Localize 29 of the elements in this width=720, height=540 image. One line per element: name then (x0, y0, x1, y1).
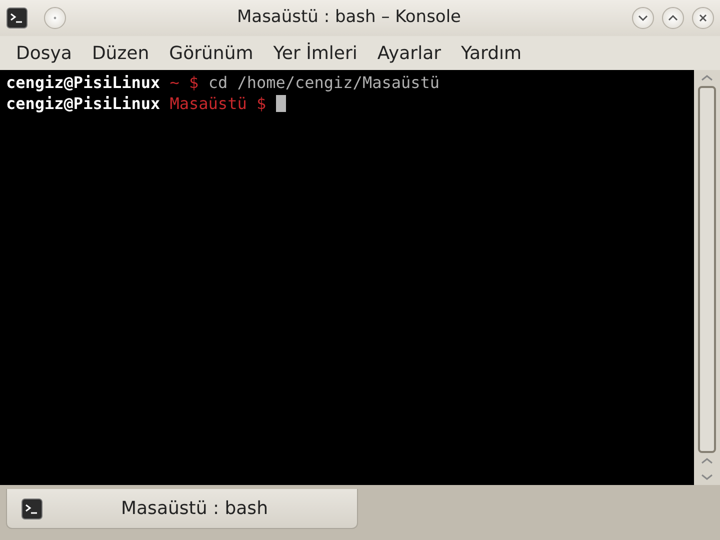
close-icon (698, 13, 708, 23)
menu-item[interactable]: Yardım (453, 40, 530, 66)
terminal-icon (21, 498, 43, 520)
pin-button[interactable] (44, 7, 66, 29)
chevron-up-icon (668, 14, 678, 22)
scroll-down-icon[interactable] (701, 473, 713, 481)
scrollbar-thumb[interactable] (698, 86, 716, 453)
menu-item[interactable]: Yer İmleri (265, 40, 366, 66)
minimize-button[interactable] (632, 7, 654, 29)
dot-icon (53, 16, 57, 20)
menu-item[interactable]: Görünüm (161, 40, 262, 66)
session-tab[interactable]: Masaüstü : bash (6, 489, 358, 529)
maximize-button[interactable] (662, 7, 684, 29)
scroll-up-icon[interactable] (701, 457, 713, 465)
menu-item[interactable]: Ayarlar (369, 40, 449, 66)
chevron-down-icon (638, 14, 648, 22)
menu-item[interactable]: Dosya (8, 40, 80, 66)
command-text: cd /home/cengiz/Masaüstü (208, 73, 440, 92)
tab-label: Masaüstü : bash (121, 497, 268, 521)
scroll-up-icon[interactable] (701, 74, 713, 82)
terminal-icon[interactable] (6, 7, 28, 29)
close-button[interactable] (692, 7, 714, 29)
terminal-screen[interactable]: cengiz@PisiLinux ~ $ cd /home/cengiz/Masaüstü cengiz@PisiLinux Masaüstü $ (0, 70, 694, 485)
prompt-user: cengiz@PisiLinux (6, 73, 160, 92)
window-title: Masaüstü : bash – Konsole (236, 7, 462, 28)
prompt-path: ~ $ (170, 73, 199, 92)
prompt-user: cengiz@PisiLinux (6, 94, 160, 113)
menu-item[interactable]: Düzen (84, 40, 158, 66)
prompt-path: Masaüstü $ (170, 94, 266, 113)
